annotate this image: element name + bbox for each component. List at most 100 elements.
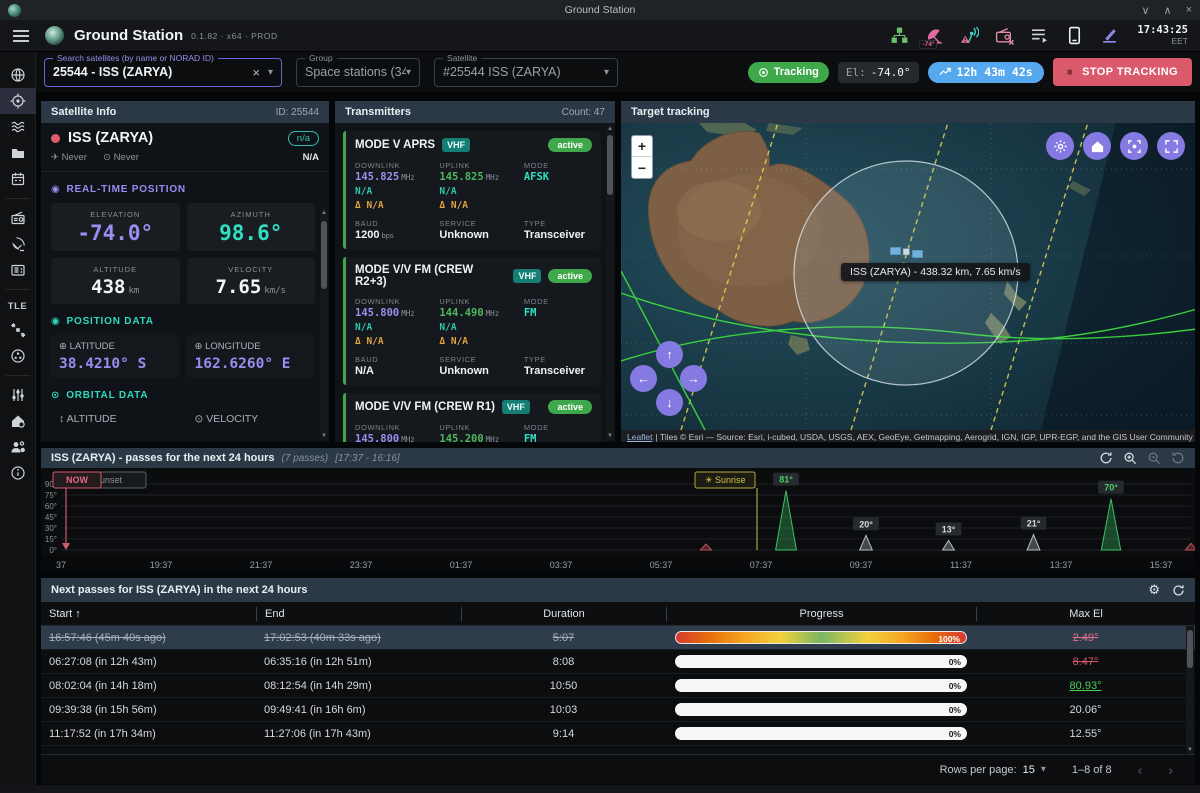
- chart-zoom-in-icon[interactable]: [1123, 451, 1137, 465]
- column-progress[interactable]: Progress: [666, 607, 976, 621]
- queue-icon[interactable]: [1028, 25, 1050, 47]
- menu-icon[interactable]: [12, 29, 30, 43]
- baud-value: N/A: [355, 365, 433, 377]
- device-icon[interactable]: [1063, 25, 1085, 47]
- table-row[interactable]: 11:17:52 (in 17h 34m)11:27:06 (in 17h 43…: [41, 722, 1195, 746]
- group-select[interactable]: Group Space stations (34) ▾: [296, 58, 420, 87]
- chart-refresh-icon[interactable]: [1099, 451, 1113, 465]
- scroll-down-icon[interactable]: ▼: [1186, 747, 1194, 753]
- column-start[interactable]: Start ↑: [41, 608, 256, 620]
- transmitter-card[interactable]: MODE V APRSVHFactiveDOWNLINK145.825MHzN/…: [343, 131, 601, 249]
- x-tick: 05:37: [650, 560, 673, 570]
- search-clear-icon[interactable]: ×: [252, 65, 260, 80]
- search-input[interactable]: Search satellites (by name or NORAD ID) …: [44, 58, 282, 87]
- chart-reset-icon[interactable]: [1171, 451, 1185, 465]
- sidebar-item-target[interactable]: [0, 88, 36, 114]
- stop-tracking-button[interactable]: ■ STOP TRACKING: [1053, 58, 1192, 86]
- scroll-up-icon[interactable]: ▲: [606, 126, 614, 132]
- pan-up-button[interactable]: ↑: [656, 341, 683, 368]
- sidebar-item-globe[interactable]: [0, 62, 36, 88]
- table-scrollbar[interactable]: ▼: [1186, 626, 1194, 754]
- app-logo: [44, 25, 65, 46]
- previous-page-button[interactable]: ‹: [1138, 762, 1143, 778]
- y-tick: 30°: [45, 524, 57, 533]
- sat-icon: [10, 322, 26, 338]
- sidebar-item-card[interactable]: [0, 257, 36, 283]
- map-fullscreen-button[interactable]: [1157, 132, 1185, 160]
- cell-progress: 0%: [666, 679, 976, 692]
- scroll-down-icon[interactable]: ▼: [320, 433, 328, 439]
- chart-time-range: [17:37 - 16:16]: [335, 453, 400, 464]
- group-dropdown-icon[interactable]: ▾: [406, 67, 411, 78]
- sidebar-item-dish[interactable]: [0, 231, 36, 257]
- next-page-button[interactable]: ›: [1168, 762, 1173, 778]
- satellite-tooltip: ISS (ZARYA) - 438.32 km, 7.65 km/s: [841, 263, 1030, 281]
- satellite-dropdown-icon[interactable]: ▾: [604, 67, 609, 78]
- table-row[interactable]: 16:57:46 (45m 40s ago)17:02:53 (40m 33s …: [41, 626, 1195, 650]
- table-refresh-icon[interactable]: [1172, 584, 1185, 597]
- satinfo-scrollbar[interactable]: ▲ ▼: [320, 209, 328, 440]
- window-bottom-edge: [0, 785, 1200, 793]
- zoom-in-button[interactable]: +: [632, 136, 652, 157]
- radio-off-icon[interactable]: [993, 25, 1015, 47]
- scroll-down-icon[interactable]: ▼: [606, 433, 614, 439]
- sidebar-item-radio[interactable]: [0, 205, 36, 231]
- leaflet-link[interactable]: Leaflet: [627, 432, 653, 442]
- map[interactable]: + − ↑ ← → ↓ ISS (ZARYA) -: [621, 123, 1195, 430]
- downlink-value: 145.825MHz: [355, 171, 433, 183]
- rotators-status-icon[interactable]: [888, 25, 910, 47]
- pan-down-button[interactable]: ↓: [656, 389, 683, 416]
- rows-per-page-control[interactable]: Rows per page: 15 ▾: [940, 764, 1046, 776]
- transmitter-card[interactable]: MODE V/V FM (CREW R1)VHFactiveDOWNLINK14…: [343, 393, 601, 443]
- pass-peak[interactable]: [776, 491, 797, 550]
- satinfo-scroll-thumb[interactable]: [321, 221, 327, 289]
- sidebar-item-homegear[interactable]: [0, 408, 36, 434]
- transmitters-scrollbar[interactable]: ▲ ▼: [606, 125, 614, 440]
- pan-right-button[interactable]: →: [680, 365, 707, 392]
- transmitters-list[interactable]: MODE V APRSVHFactiveDOWNLINK145.825MHzN/…: [335, 123, 615, 443]
- scroll-up-icon[interactable]: ▲: [320, 210, 328, 216]
- window-close-button[interactable]: ×: [1186, 4, 1192, 17]
- satinfo-scroll-area[interactable]: ◉ REAL-TIME POSITION ELEVATION-74.0°AZIM…: [41, 172, 329, 429]
- pass-peak[interactable]: [700, 544, 711, 550]
- pass-peak[interactable]: [943, 540, 955, 550]
- map-settings-button[interactable]: [1046, 132, 1074, 160]
- sidebar-item-calendar[interactable]: [0, 166, 36, 192]
- sidebar-item-sat[interactable]: [0, 317, 36, 343]
- column-end[interactable]: End: [256, 607, 461, 621]
- table-settings-icon[interactable]: ⚙: [1148, 582, 1160, 598]
- table-row[interactable]: 08:02:04 (in 14h 18m)08:12:54 (in 14h 29…: [41, 674, 1195, 698]
- peak-label: 21°: [1027, 519, 1041, 529]
- window-maximize-button[interactable]: ∧: [1164, 4, 1172, 17]
- pan-left-button[interactable]: ←: [630, 365, 657, 392]
- transmitters-scroll-thumb[interactable]: [607, 135, 613, 195]
- search-dropdown-icon[interactable]: ▾: [268, 67, 273, 78]
- pass-peak[interactable]: [1185, 543, 1195, 550]
- search-label: Search satellites (by name or NORAD ID): [53, 53, 218, 63]
- transmitter-card[interactable]: MODE V/V FM (CREW R2+3)VHFactiveDOWNLINK…: [343, 257, 601, 385]
- sidebar-item-info[interactable]: [0, 460, 36, 486]
- sidebar-item-sliders[interactable]: [0, 382, 36, 408]
- satellite-select[interactable]: Satellite #25544 ISS (ZARYA) ▾: [434, 58, 618, 87]
- map-center-target-button[interactable]: [1120, 132, 1148, 160]
- table-row[interactable]: 09:39:38 (in 15h 56m)09:49:41 (in 16h 6m…: [41, 698, 1195, 722]
- y-tick: 75°: [45, 491, 57, 500]
- antenna-alert-icon[interactable]: [958, 25, 980, 47]
- zoom-out-button[interactable]: −: [632, 157, 652, 178]
- passes-chart[interactable]: 90°75°60°45°30°15°0°3719:3721:3723:3701:…: [41, 468, 1195, 572]
- table-scroll-thumb[interactable]: [1187, 630, 1193, 668]
- pass-peak[interactable]: [860, 535, 873, 550]
- column-max-el[interactable]: Max El: [976, 607, 1195, 621]
- window-minimize-button[interactable]: ∨: [1141, 4, 1149, 17]
- chart-zoom-out-icon[interactable]: [1147, 451, 1161, 465]
- table-row[interactable]: 06:27:08 (in 12h 43m)06:35:16 (in 12h 51…: [41, 650, 1195, 674]
- rotator-elevation-icon[interactable]: -74°: [923, 25, 945, 47]
- column-duration[interactable]: Duration: [461, 607, 666, 621]
- elevation-pen-icon[interactable]: [1098, 25, 1120, 47]
- sidebar-item-folder[interactable]: [0, 140, 36, 166]
- sidebar-item-waves[interactable]: [0, 114, 36, 140]
- pass-peak[interactable]: [1027, 535, 1040, 550]
- map-home-button[interactable]: [1083, 132, 1111, 160]
- sidebar-item-users[interactable]: [0, 434, 36, 460]
- sidebar-item-dots[interactable]: [0, 343, 36, 369]
